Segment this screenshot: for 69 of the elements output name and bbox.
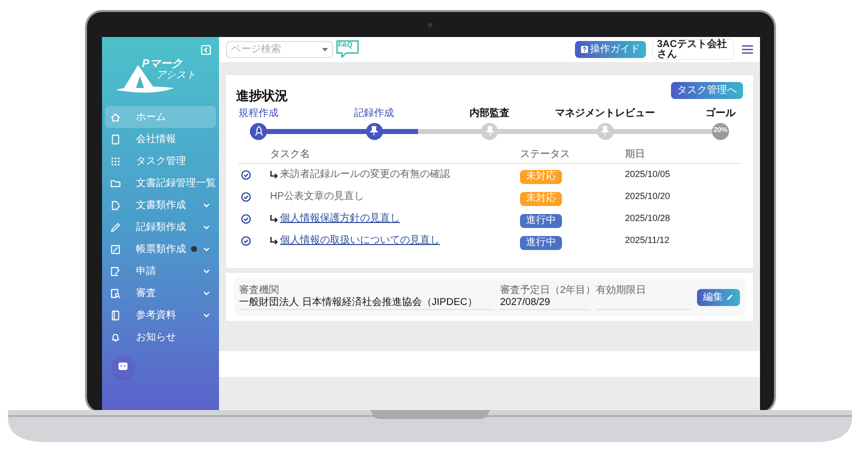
sidebar-item[interactable]: 帳票類作成 (105, 238, 216, 260)
check-circle-icon[interactable] (241, 214, 251, 224)
sidebar-item[interactable]: 会社情報 (105, 128, 216, 150)
column-header: ステータス (520, 148, 571, 162)
status-badge: 進行中 (520, 214, 562, 228)
field-label: 審査予定日（2年目） (500, 284, 590, 296)
pin-icon (370, 126, 378, 136)
bell-icon (110, 332, 121, 342)
sidebar-item[interactable]: お知らせ (105, 326, 216, 348)
home-icon (110, 112, 121, 122)
column-header: タスク名 (270, 148, 311, 162)
field-label: 有効期限日 (596, 284, 647, 296)
due-date: 2025/10/20 (625, 190, 670, 203)
operation-guide-button[interactable]: 操作ガイド (575, 41, 646, 58)
chart-box-icon (110, 244, 121, 254)
sidebar-item[interactable]: 文書類作成 (105, 194, 216, 216)
sidebar-item[interactable]: 審査 (105, 282, 216, 304)
user-name[interactable]: 3ACテスト会社さん (652, 39, 734, 60)
check-circle-icon[interactable] (241, 192, 251, 202)
step-label: 記録作成 (354, 108, 394, 118)
document-icon (110, 134, 121, 144)
field-value: 2027/08/29 (500, 296, 590, 310)
sidebar-item[interactable]: 記録類作成 (105, 216, 216, 238)
pencil-icon (110, 222, 121, 232)
task-management-button[interactable]: タスク管理へ (671, 82, 743, 99)
status-badge: 未対応 (520, 192, 562, 206)
task-name: HP公表文章の見直し (270, 190, 364, 204)
pencil-icon (726, 293, 734, 301)
edit-button[interactable]: 編集 (697, 288, 740, 306)
form-edit-icon (110, 266, 121, 276)
check-circle-icon[interactable] (241, 236, 251, 246)
due-date: 2025/10/05 (625, 168, 670, 181)
task-link[interactable]: 個人情報保護方針の見直し (280, 211, 400, 226)
sidebar-item[interactable]: ホーム (105, 106, 216, 128)
book-icon (110, 310, 121, 320)
help-icon (581, 46, 588, 53)
due-date: 2025/11/12 (625, 234, 670, 247)
field-label: 審査機関 (239, 284, 280, 296)
logo-subtitle: アシスト (156, 71, 196, 81)
status-badge: 未対応 (520, 170, 562, 184)
task-name: 来訪者記録ルールの変更の有無の確認 (280, 168, 450, 182)
grid-icon (110, 156, 121, 166)
sidebar-item[interactable]: 申請 (105, 260, 216, 282)
column-header: 期日 (625, 148, 646, 162)
field-value: 一般財団法人 日本情報経済社会推進協会（JIPDEC） (239, 296, 494, 310)
document-search-icon (110, 288, 121, 298)
chat-icon (118, 362, 128, 372)
step-label: 規程作成 (238, 108, 278, 118)
step-label: ゴール (706, 108, 736, 118)
card-title: 進捗状況 (236, 87, 288, 105)
pin-icon (486, 126, 494, 136)
document-edit-icon (110, 200, 121, 210)
caret-icon (322, 48, 328, 52)
check-circle-icon[interactable] (241, 170, 251, 180)
due-date: 2025/10/28 (625, 212, 670, 225)
task-link[interactable]: 個人情報の取扱いについての見直し (280, 233, 440, 248)
sidebar-item[interactable]: 文書記録管理一覧 (105, 172, 216, 194)
step-label: 内部監査 (470, 108, 510, 118)
sidebar-item[interactable]: タスク管理 (105, 150, 216, 172)
page-search-select[interactable]: ページ検索 (226, 41, 333, 58)
rocket-icon (254, 126, 262, 136)
menu-icon[interactable] (742, 45, 753, 54)
status-badge: 進行中 (520, 236, 562, 250)
folder-icon (110, 178, 121, 188)
logo-title: Pマーク (142, 59, 184, 70)
sidebar-item[interactable]: 参考資料 (105, 304, 216, 326)
pin-icon (601, 126, 609, 136)
chat-button[interactable] (112, 356, 134, 378)
step-label: マネジメントレビュー (555, 108, 655, 118)
